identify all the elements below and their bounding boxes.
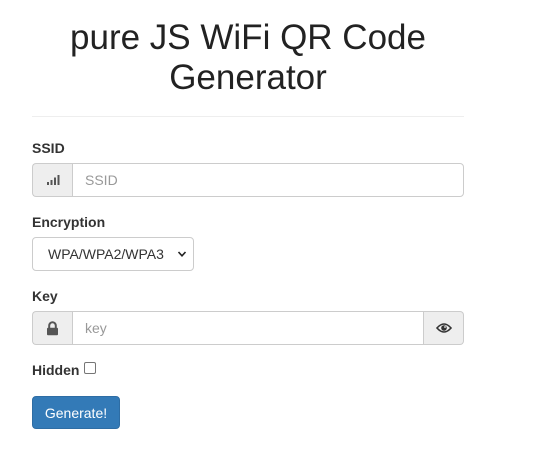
page-title: pure JS WiFi QR Code Generator bbox=[70, 18, 426, 97]
show-key-toggle[interactable] bbox=[424, 311, 464, 345]
ssid-label: SSID bbox=[32, 140, 65, 156]
ssid-input[interactable] bbox=[72, 163, 464, 197]
key-addon bbox=[32, 311, 72, 345]
title-divider bbox=[32, 116, 464, 117]
key-input-group bbox=[32, 311, 464, 345]
hidden-checkbox[interactable] bbox=[84, 362, 97, 374]
page: pure JS WiFi QR Code Generator SSID Encr… bbox=[0, 0, 560, 462]
encryption-label: Encryption bbox=[32, 214, 106, 230]
chevron-down-icon bbox=[177, 251, 187, 257]
ssid-input-group bbox=[32, 163, 464, 197]
hidden-row: Hidden bbox=[32, 360, 97, 380]
eye-icon bbox=[435, 323, 452, 333]
encryption-selected-value: WPA/WPA2/WPA3 bbox=[48, 246, 164, 262]
hidden-label: Hidden bbox=[32, 362, 80, 378]
signal-bars-icon bbox=[46, 175, 59, 185]
generate-button[interactable]: Generate! bbox=[32, 396, 120, 429]
key-input[interactable] bbox=[72, 311, 424, 345]
key-label: Key bbox=[32, 288, 58, 304]
ssid-addon bbox=[32, 163, 72, 197]
encryption-select[interactable]: WPA/WPA2/WPA3 bbox=[32, 237, 194, 271]
lock-icon bbox=[47, 320, 58, 335]
